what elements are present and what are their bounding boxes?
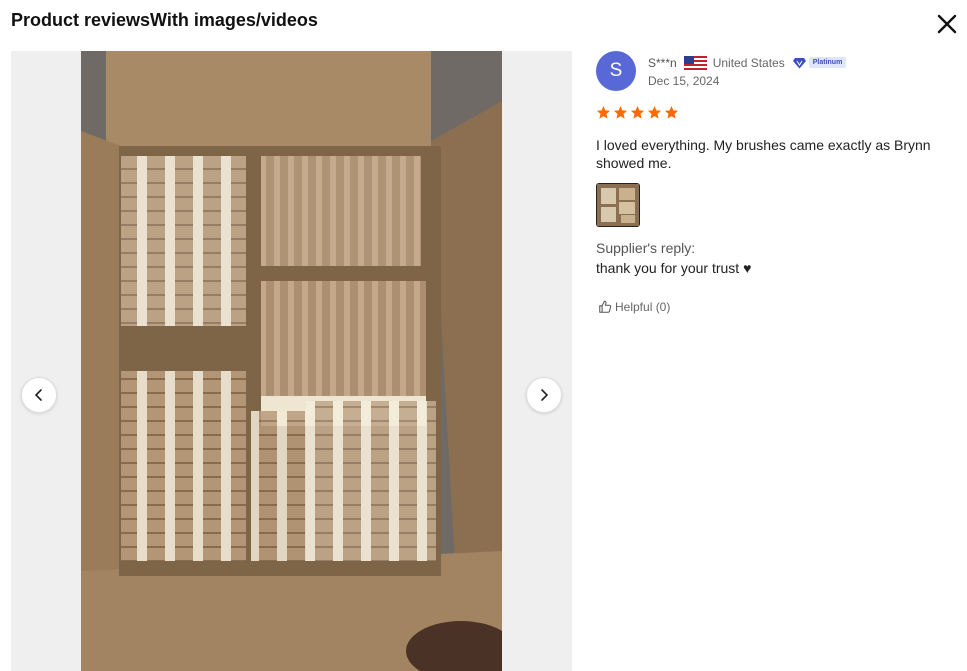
star-icon <box>647 105 662 119</box>
review-text: I loved everything. My brushes came exac… <box>596 137 931 171</box>
reviewer-name: S***n <box>648 55 677 70</box>
badge-label: Platinum <box>808 57 847 68</box>
star-icon <box>664 105 679 119</box>
star-icon <box>613 105 628 119</box>
star-icon <box>596 105 611 119</box>
star-icon <box>630 105 645 119</box>
review-photo <box>81 51 502 671</box>
review-date: Dec 15, 2024 <box>648 74 720 88</box>
close-icon <box>937 14 957 34</box>
supplier-reply-label: Supplier's reply: <box>596 240 696 256</box>
thumbs-up-icon <box>599 300 612 313</box>
close-button[interactable] <box>935 12 959 36</box>
us-flag-icon <box>683 55 707 70</box>
supplier-reply-text: thank you for your trust ♥ <box>596 260 752 276</box>
helpful-button[interactable]: Helpful (0) <box>598 300 670 314</box>
avatar: S <box>596 51 636 91</box>
reviewer-meta: S***n United States Platinum Dec 15, 202… <box>648 55 847 88</box>
reviewer-country: United States <box>712 55 785 70</box>
star-rating <box>596 105 679 120</box>
page-title: Product reviewsWith images/videos <box>11 10 318 30</box>
helpful-label: Helpful (0) <box>615 300 671 314</box>
diamond-icon <box>792 57 806 68</box>
chevron-left-icon <box>34 389 42 401</box>
next-image-button[interactable] <box>526 377 562 413</box>
review-thumbnail[interactable] <box>596 183 640 227</box>
image-gallery <box>11 51 572 671</box>
platinum-badge: Platinum <box>792 57 847 69</box>
prev-image-button[interactable] <box>21 377 57 413</box>
chevron-right-icon <box>541 389 549 401</box>
